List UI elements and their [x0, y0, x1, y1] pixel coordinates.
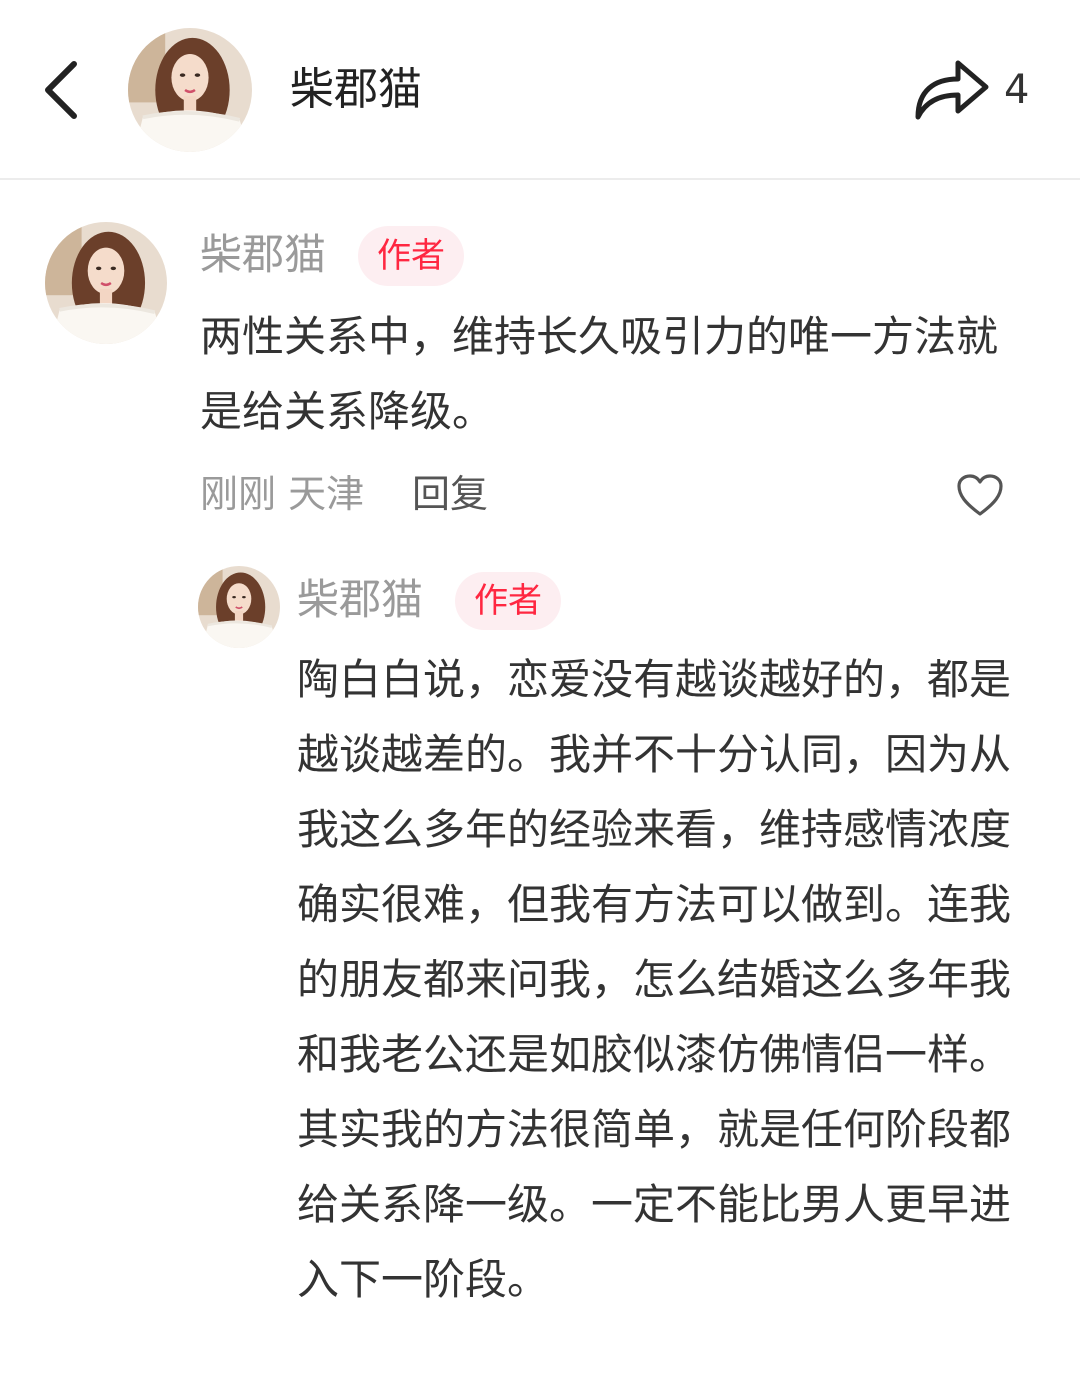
- heart-outline-icon[interactable]: [955, 472, 1005, 518]
- commenter-avatar[interactable]: [45, 222, 167, 344]
- top-bar: 柴郡猫 4: [0, 0, 1080, 180]
- author-badge: 作者: [358, 226, 464, 286]
- header-username[interactable]: 柴郡猫: [290, 56, 422, 124]
- author-avatar[interactable]: [128, 28, 252, 152]
- share-count: 4: [1004, 67, 1030, 113]
- comment-location: 天津: [288, 472, 365, 516]
- comment-text[interactable]: 陶白白说，恋爱没有越谈越好的，都是越谈越差的。我并不十分认同，因为从我这么多年的…: [297, 642, 1032, 1317]
- commenter-name[interactable]: 柴郡猫: [297, 570, 423, 630]
- comment-time: 刚刚: [200, 472, 277, 516]
- comment-meta: 刚刚 天津: [200, 466, 364, 522]
- comment-detail-page: 柴郡猫 4 柴郡猫 作者 两性关系中，维持长久吸引力的唯一方法就是给关系降级。 …: [0, 0, 1080, 1396]
- commenter-avatar[interactable]: [198, 566, 280, 648]
- comment-text[interactable]: 两性关系中，维持长久吸引力的唯一方法就是给关系降级。: [200, 299, 1030, 449]
- reply-button[interactable]: 回复: [412, 466, 488, 522]
- chevron-left-icon[interactable]: [40, 58, 84, 122]
- commenter-name[interactable]: 柴郡猫: [200, 225, 326, 285]
- author-badge: 作者: [455, 572, 561, 630]
- share-arrow-icon[interactable]: [912, 55, 992, 125]
